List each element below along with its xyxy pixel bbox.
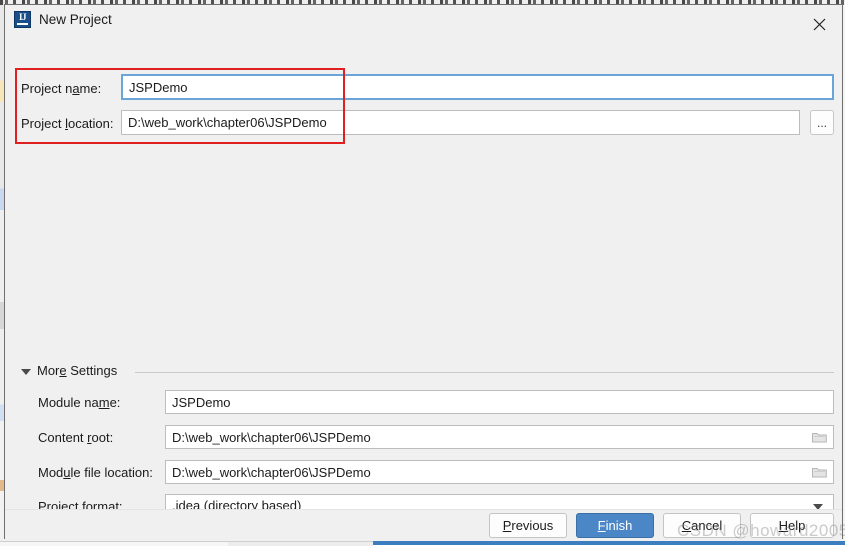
triangle-down-icon[interactable] xyxy=(21,369,31,375)
close-x-glyph xyxy=(813,18,825,30)
ide-status-bar-sliver xyxy=(0,539,845,546)
content-root-input[interactable] xyxy=(165,425,834,449)
close-icon[interactable] xyxy=(796,5,842,34)
app-icon-underline xyxy=(17,23,28,25)
module-name-label: Module name: xyxy=(38,395,121,410)
more-settings-label: More Settings xyxy=(37,363,118,378)
project-location-input[interactable] xyxy=(121,110,800,135)
status-bar-segment-left xyxy=(0,541,228,546)
section-separator xyxy=(135,372,834,373)
new-project-dialog: IJ New Project Project name: Project loc… xyxy=(4,4,845,540)
cancel-button[interactable]: Cancel xyxy=(663,513,741,538)
finish-button[interactable]: Finish xyxy=(576,513,654,538)
module-name-input[interactable] xyxy=(165,390,834,414)
dialog-title-bar: IJ New Project xyxy=(5,5,842,35)
project-name-input[interactable] xyxy=(121,74,834,100)
previous-button[interactable]: Previous xyxy=(489,513,567,538)
browse-ellipsis-button[interactable]: ... xyxy=(810,110,834,135)
module-file-location-label: Module file location: xyxy=(38,465,153,480)
module-file-location-input[interactable] xyxy=(165,460,834,484)
app-icon-letters: IJ xyxy=(18,12,27,22)
folder-icon[interactable] xyxy=(812,431,827,443)
dialog-title: New Project xyxy=(39,12,112,27)
status-bar-segment-mid xyxy=(228,541,373,546)
content-root-label: Content root: xyxy=(38,430,114,445)
folder-icon[interactable] xyxy=(812,466,827,478)
help-button[interactable]: Help xyxy=(750,513,834,538)
status-bar-segment-highlight xyxy=(373,541,845,545)
intellij-idea-icon: IJ xyxy=(14,11,31,28)
dialog-button-bar: Previous Finish Cancel Help xyxy=(5,509,842,539)
project-name-label: Project name: xyxy=(21,81,102,96)
more-settings-header[interactable]: More Settings xyxy=(21,363,834,381)
project-location-label: Project location: xyxy=(21,116,114,131)
dialog-body: Project name: Project location: ... More… xyxy=(5,35,842,539)
